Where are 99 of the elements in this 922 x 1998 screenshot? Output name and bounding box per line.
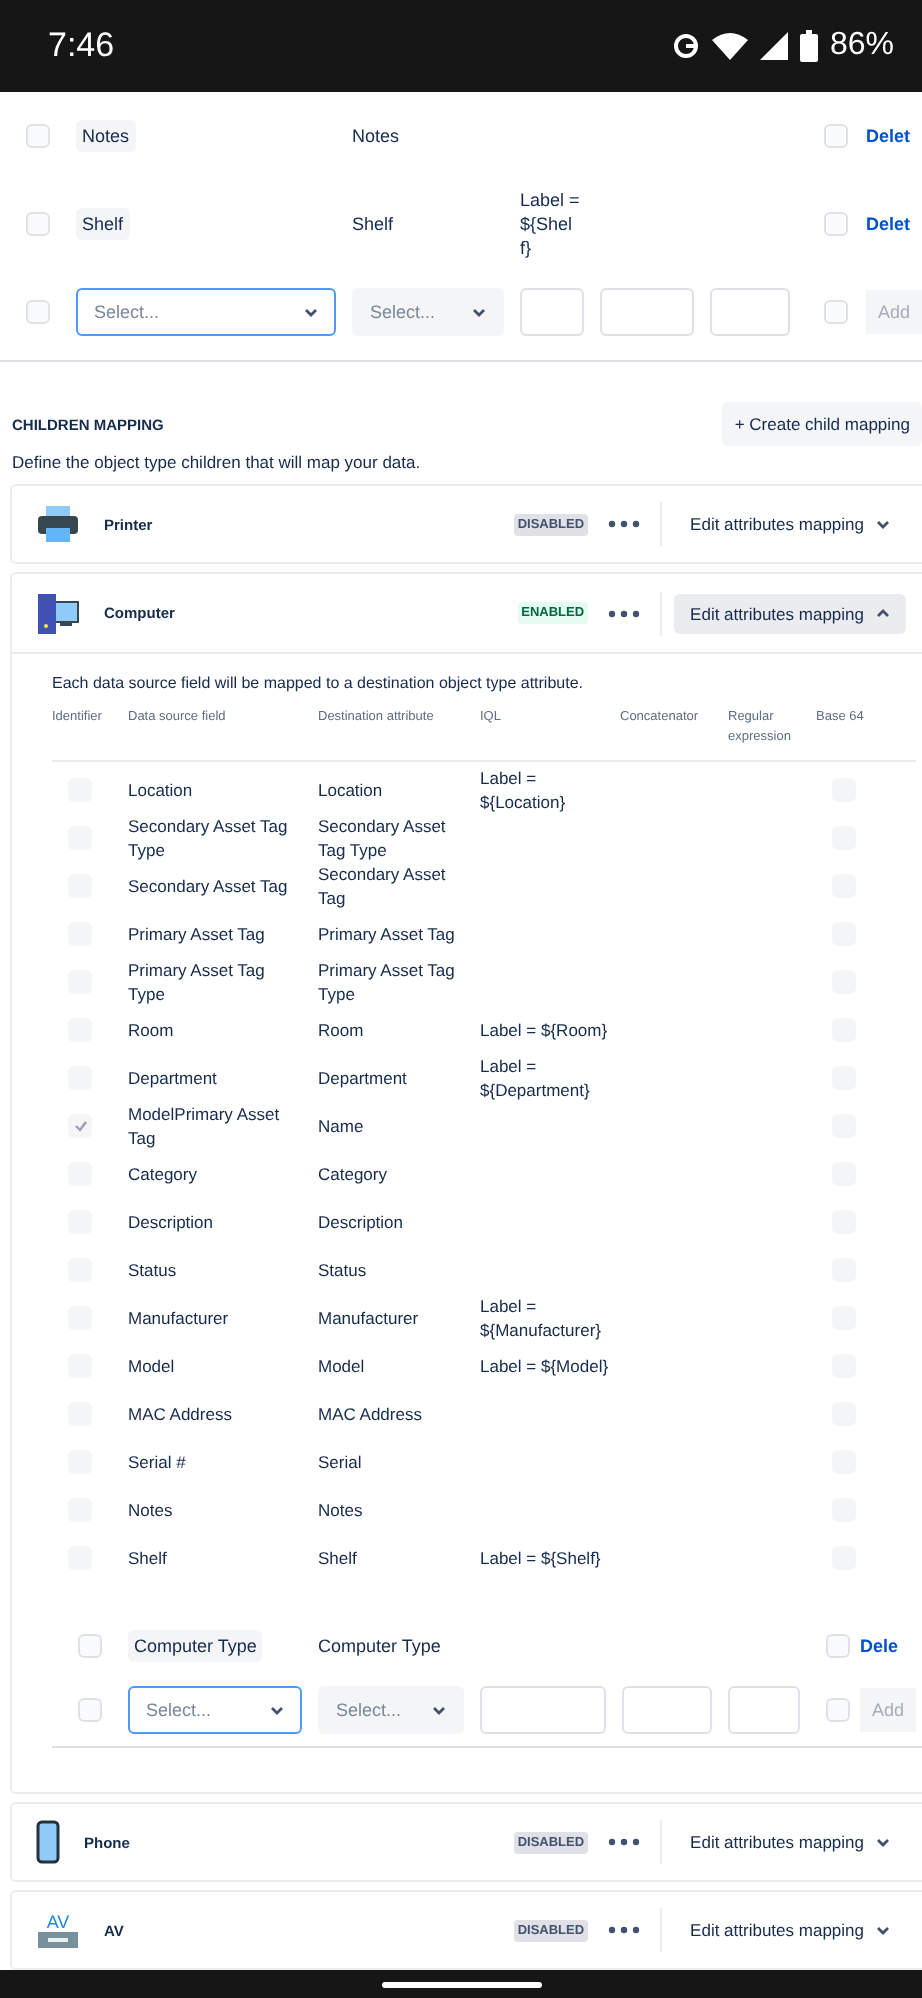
chevron-down-icon	[876, 1837, 890, 1847]
chevron-down-icon	[876, 1925, 890, 1935]
destination-attribute: Primary Asset Tag Type	[318, 958, 457, 1006]
concatenator-input[interactable]	[600, 288, 694, 336]
destination-attribute: Model	[318, 1354, 367, 1380]
checkbox[interactable]	[26, 124, 50, 148]
checkbox[interactable]	[78, 1698, 102, 1722]
regex-input[interactable]	[710, 288, 790, 336]
iql-text: Label = ${Department}	[480, 1054, 592, 1102]
identifier-checkbox[interactable]	[68, 1114, 92, 1138]
create-child-mapping-button[interactable]: + Create child mapping	[722, 402, 922, 446]
source-field: Category	[128, 1150, 318, 1198]
chevron-down-icon	[304, 307, 318, 317]
wifi-icon	[711, 32, 748, 60]
source-field: ModelPrimary Asset Tag	[128, 1102, 318, 1150]
battery-percentage: 86%	[829, 28, 894, 64]
destination-attribute: Name	[318, 1114, 366, 1140]
destination-attribute: Shelf	[318, 1546, 359, 1572]
destination-select[interactable]: Select...	[352, 288, 504, 336]
clock: 7:46	[48, 26, 115, 66]
checkmark-icon	[73, 1120, 87, 1132]
source-field-tag: Notes	[76, 120, 136, 152]
printer-icon	[36, 504, 80, 544]
iql-input[interactable]	[520, 288, 584, 336]
section-description: Define the object type children that will map your data.	[10, 450, 423, 476]
destination-attribute: Status	[318, 1258, 369, 1284]
destination-attribute: Primary Asset Tag	[318, 922, 457, 948]
edit-attributes-button[interactable]: Edit attributes mapping	[674, 1822, 906, 1862]
home-indicator[interactable]	[381, 1981, 541, 1987]
checkbox[interactable]	[26, 212, 50, 236]
checkbox[interactable]	[26, 300, 50, 324]
notification-icon	[671, 32, 700, 60]
iql-text: Label = ${Location}	[480, 766, 568, 814]
destination-attribute: Notes	[318, 1498, 365, 1524]
checkbox[interactable]	[824, 212, 848, 236]
destination-attribute: Serial	[318, 1450, 364, 1476]
source-field: Room	[128, 1006, 318, 1054]
destination-attribute: Room	[318, 1018, 366, 1044]
source-field: Primary Asset Tag Type	[128, 958, 318, 1006]
source-field: Status	[128, 1246, 318, 1294]
source-select[interactable]: Select...	[76, 288, 336, 336]
phone-icon	[36, 1820, 60, 1864]
source-field: Secondary Asset Tag	[128, 862, 318, 910]
source-field: Primary Asset Tag	[128, 910, 318, 958]
delete-link[interactable]: Dele	[860, 1636, 922, 1656]
chevron-down-icon	[472, 307, 486, 317]
av-label: AV	[46, 1913, 70, 1931]
checkbox[interactable]	[826, 1634, 850, 1658]
mapping-intro: Each data source field will be mapped to a destination object type attribute.	[52, 674, 585, 692]
source-field: Notes	[128, 1486, 318, 1534]
source-select[interactable]: Select...	[128, 1686, 302, 1734]
checkbox[interactable]	[826, 1698, 850, 1722]
source-field: Secondary Asset Tag Type	[128, 814, 318, 862]
iql-input[interactable]	[480, 1686, 606, 1734]
source-field: Shelf	[128, 1534, 318, 1582]
source-field: Department	[128, 1054, 318, 1102]
chevron-down-icon	[432, 1705, 446, 1715]
chevron-down-icon	[270, 1705, 284, 1715]
iql-text: Label = ${Manufacturer}	[480, 1294, 603, 1342]
computer-icon	[36, 591, 80, 635]
edit-attributes-button[interactable]: Edit attributes mapping	[674, 1910, 906, 1950]
checkbox[interactable]	[824, 124, 848, 148]
battery-icon	[799, 30, 818, 62]
source-field: Serial #	[128, 1438, 318, 1486]
iql-text: Label = ${Shelf}	[480, 1546, 603, 1572]
source-field: MAC Address	[128, 1390, 318, 1438]
edit-attributes-button[interactable]: Edit attributes mapping	[674, 593, 906, 633]
chevron-up-icon	[876, 608, 890, 618]
destination-attribute: Manufacturer	[318, 1306, 421, 1332]
edit-attributes-button[interactable]: Edit attributes mapping	[674, 504, 906, 544]
source-field: Location	[128, 766, 318, 814]
destination-attribute: Secondary Asset Tag Type	[318, 814, 448, 862]
source-field: Manufacturer	[128, 1294, 318, 1342]
destination-attribute: Description	[318, 1210, 406, 1236]
delete-link[interactable]: Delet	[866, 214, 922, 234]
device-icon	[38, 1931, 78, 1947]
iql-text: Label = ${Model}	[480, 1354, 611, 1380]
checkbox[interactable]	[78, 1634, 102, 1658]
signal-icon	[759, 32, 788, 60]
concatenator-input[interactable]	[622, 1686, 712, 1734]
delete-link[interactable]: Delet	[866, 126, 922, 146]
source-field: Description	[128, 1198, 318, 1246]
destination-attribute: Department	[318, 1066, 409, 1092]
destination-attribute: Secondary Asset Tag	[318, 862, 448, 910]
destination-attribute: MAC Address	[318, 1402, 424, 1428]
source-field-tag: Shelf	[76, 208, 130, 240]
regex-input[interactable]	[728, 1686, 800, 1734]
iql-text: Label = ${Shelf}	[520, 188, 580, 260]
destination-attribute: Shelf	[352, 212, 396, 236]
source-field-tag: Computer Type	[128, 1630, 263, 1662]
destination-select[interactable]: Select...	[318, 1686, 464, 1734]
chevron-down-icon	[876, 519, 890, 529]
iql-text: Label = ${Room}	[480, 1018, 610, 1044]
destination-attribute: Category	[318, 1162, 389, 1188]
destination-attribute: Notes	[352, 124, 402, 148]
checkbox[interactable]	[824, 300, 848, 324]
destination-attribute: Location	[318, 778, 385, 804]
destination-attribute: Computer Type	[318, 1634, 443, 1658]
source-field: Model	[128, 1342, 318, 1390]
